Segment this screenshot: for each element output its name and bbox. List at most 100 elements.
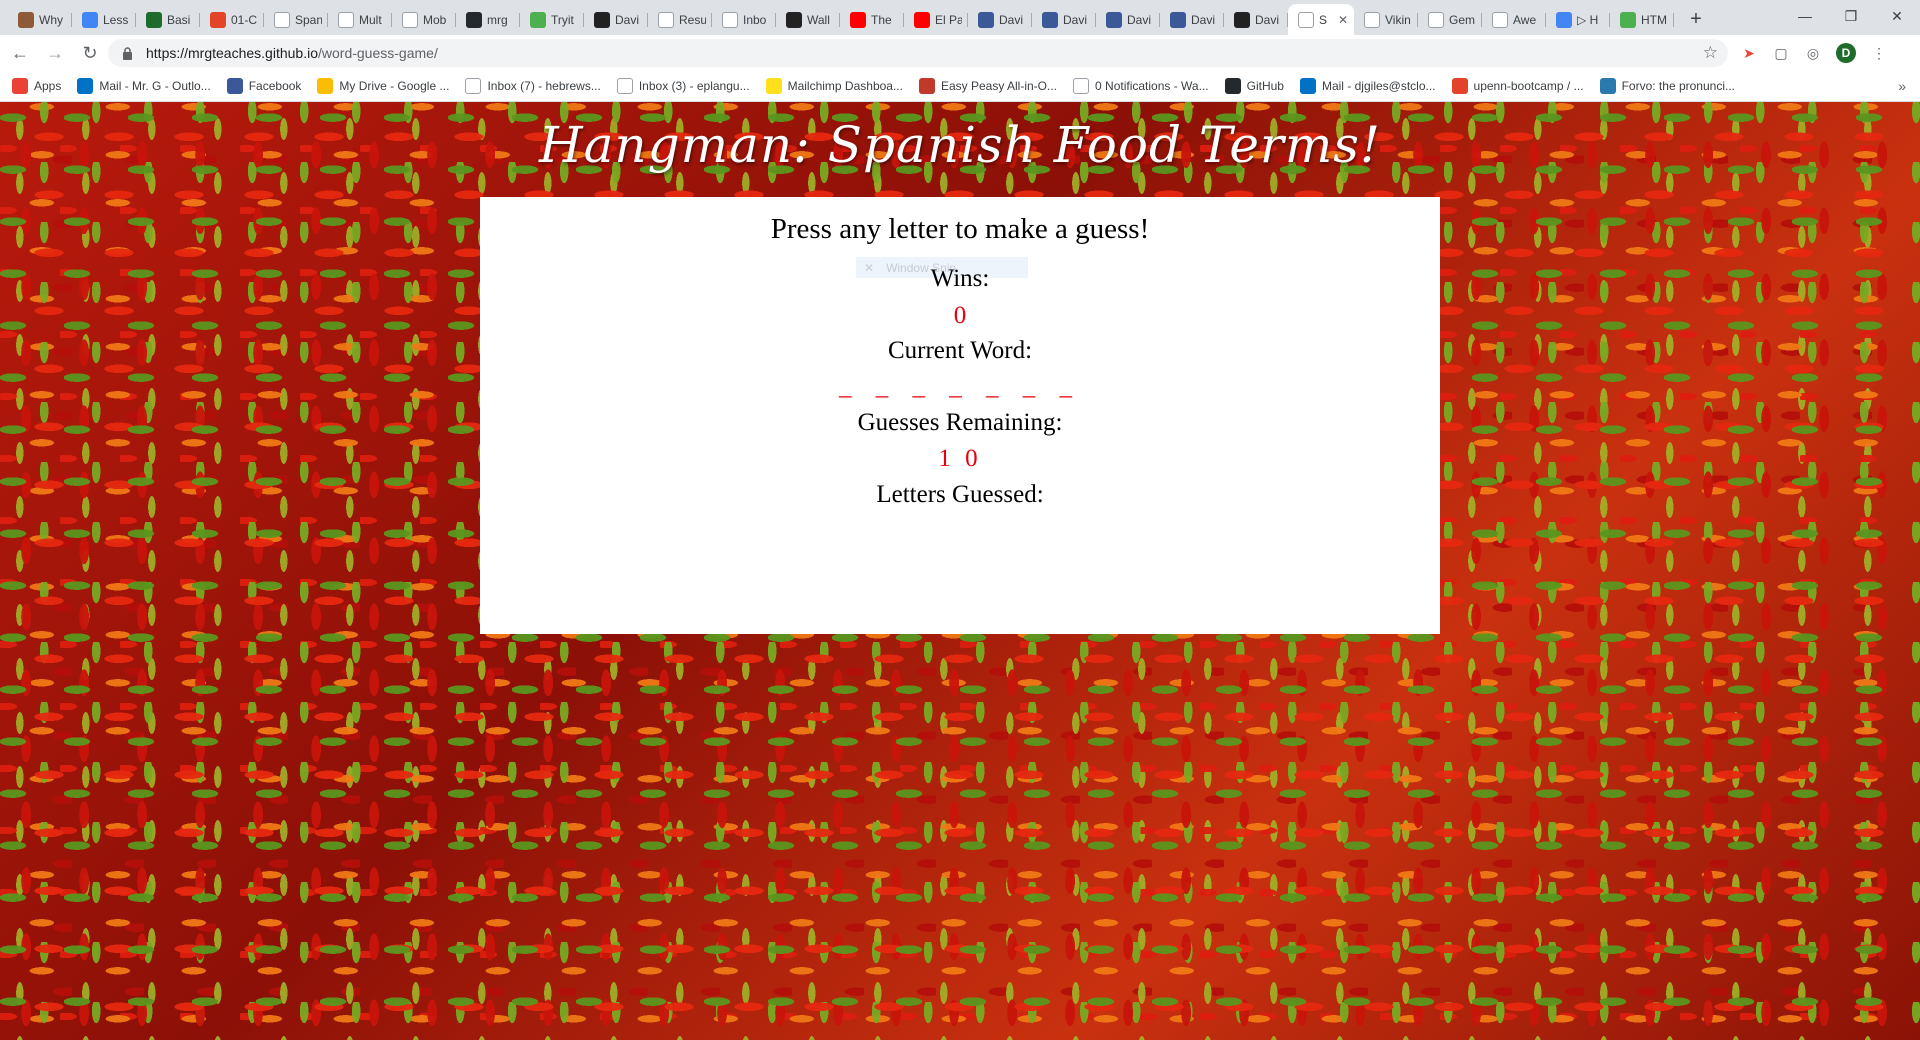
browser-tab[interactable]: Less [72, 4, 136, 35]
browser-tab[interactable]: Davi [584, 4, 648, 35]
browser-tab[interactable]: Awe [1482, 4, 1546, 35]
browser-tab[interactable]: Davi [1032, 4, 1096, 35]
bookmark-item[interactable]: Mail - Mr. G - Outlo... [77, 78, 211, 94]
browser-tab[interactable]: 01-C [200, 4, 264, 35]
wins-value: 0 [953, 302, 967, 329]
apps-grid-icon [12, 78, 28, 94]
close-tab-icon[interactable]: ✕ [1338, 13, 1348, 27]
page-icon [1428, 11, 1444, 28]
bookmark-star-icon[interactable]: ☆ [1703, 43, 1718, 63]
gmail-icon [722, 11, 738, 28]
bookmark-label: Mailchimp Dashboa... [787, 79, 903, 93]
tab-title: Tryit [551, 12, 574, 27]
reload-button[interactable]: ↻ [75, 38, 105, 68]
bookmark-label: Inbox (7) - hebrews... [487, 79, 601, 93]
bookmark-item[interactable]: My Drive - Google ... [317, 78, 449, 94]
tab-title: Mult [359, 12, 382, 27]
browser-tab[interactable]: HTM [1610, 4, 1674, 35]
bookmark-label: 0 Notifications - Wa... [1095, 79, 1209, 93]
bookmarks-bar: Apps Mail - Mr. G - Outlo... Facebook My Dr… [0, 71, 1920, 102]
bookmark-item[interactable]: Easy Peasy All-in-O... [918, 78, 1057, 94]
browser-tab[interactable]: Davi [1160, 4, 1224, 35]
bookmark-label: GitHub [1246, 79, 1284, 93]
bookmark-item[interactable]: Mailchimp Dashboa... [765, 78, 903, 94]
extension-circle-icon[interactable]: ◎ [1804, 44, 1822, 62]
browser-tab[interactable]: S ✕ [1288, 4, 1354, 35]
browser-tab[interactable]: Mult [328, 4, 392, 35]
bookmark-item[interactable]: Forvo: the pronunci... [1599, 78, 1735, 94]
browser-tab[interactable]: Wall [776, 4, 840, 35]
gitlab-icon [210, 11, 226, 28]
window-controls: — ❐ ✕ [1782, 0, 1920, 32]
page-icon [1073, 78, 1090, 94]
browser-tab[interactable]: Davi [1224, 4, 1288, 35]
facebook-icon [1170, 11, 1186, 28]
tab-title: mrg [487, 12, 508, 27]
youtube-icon [850, 11, 866, 28]
page-viewport: Hangman: Spanish Food Terms! Press any l… [0, 102, 1920, 1040]
arrow-left-icon: ← [11, 42, 29, 63]
cast-icon [1556, 11, 1572, 28]
tab-title: Davi [1063, 12, 1088, 27]
bookmark-item[interactable]: Facebook [226, 78, 302, 94]
tab-title: Davi [1127, 12, 1152, 27]
browser-tab[interactable]: mrg [456, 4, 520, 35]
page-title: Hangman: Spanish Food Terms! [539, 116, 1381, 174]
browser-tab[interactable]: Davi [1096, 4, 1160, 35]
bookmark-item[interactable]: Inbox (3) - eplangu... [616, 78, 750, 94]
bookmark-item[interactable]: Mail - djgiles@stclo... [1299, 78, 1436, 94]
back-button[interactable]: ← [5, 38, 35, 68]
guesses-remaining-value: 1 0 [938, 445, 982, 472]
cast-extension-icon[interactable]: ➤ [1740, 44, 1758, 62]
profile-avatar[interactable]: D [1836, 43, 1856, 63]
game-panel: Press any letter to make a guess! ✕ Wind… [480, 197, 1440, 634]
bookmark-list: Apps Mail - Mr. G - Outlo... Facebook My Dr… [12, 78, 1751, 94]
bookmark-item[interactable]: GitHub [1224, 78, 1284, 94]
wikipedia-icon [1234, 11, 1250, 28]
browser-tab[interactable]: The [840, 4, 904, 35]
browser-tab[interactable]: Vikin [1354, 4, 1418, 35]
reload-icon: ↻ [82, 42, 98, 63]
bookmark-item[interactable]: Apps [12, 78, 61, 94]
github-icon [1224, 78, 1241, 94]
restore-button[interactable]: ❐ [1828, 0, 1874, 32]
tab-title: El Pa [935, 12, 962, 27]
browser-tab[interactable]: Resu [648, 4, 712, 35]
menu-kebab-icon[interactable]: ⋮ [1870, 44, 1888, 62]
forward-button[interactable]: → [40, 38, 70, 68]
minimize-button[interactable]: — [1782, 0, 1828, 32]
browser-tab[interactable]: Gem [1418, 4, 1482, 35]
outlook-icon [77, 78, 94, 94]
tab-title: Wall [807, 12, 830, 27]
bookmark-item[interactable]: 0 Notifications - Wa... [1073, 78, 1209, 94]
tab-title: Davi [615, 12, 640, 27]
browser-tab[interactable]: El Pa [904, 4, 968, 35]
close-window-button[interactable]: ✕ [1874, 0, 1920, 32]
url-host: https://mrgteaches.github.io [146, 45, 318, 61]
instruction-text: Press any letter to make a guess! [770, 213, 1150, 245]
tab-title: Why [39, 12, 63, 27]
browser-tab[interactable]: Mob [392, 4, 456, 35]
url-path: /word-guess-game/ [318, 45, 438, 61]
bookmark-item[interactable]: upenn-bootcamp / ... [1451, 78, 1584, 94]
bookmark-label: Facebook [248, 79, 302, 93]
browser-tab[interactable]: Davi [968, 4, 1032, 35]
gmail-icon [465, 78, 482, 94]
browser-tab[interactable]: Inbo [712, 4, 776, 35]
browser-tab[interactable]: Basi [136, 4, 200, 35]
browser-tab[interactable]: Span [264, 4, 328, 35]
tab-title: Awe [1513, 12, 1537, 27]
tab-title: Span [295, 12, 322, 27]
bookmark-label: Forvo: the pronunci... [1621, 79, 1735, 93]
tab-title: Mob [423, 12, 447, 27]
bookmark-item[interactable]: Inbox (7) - hebrews... [465, 78, 601, 94]
new-tab-button[interactable]: + [1682, 5, 1710, 33]
browser-tab[interactable]: Why [8, 4, 72, 35]
bookmarks-overflow-button[interactable]: » [1898, 78, 1906, 94]
tab-title: Gem [1449, 12, 1476, 27]
browser-tab[interactable]: Tryit [520, 4, 584, 35]
page-icon [658, 11, 674, 28]
screenshot-extension-icon[interactable]: ▢ [1772, 44, 1790, 62]
browser-tab[interactable]: ▷ H [1546, 4, 1610, 35]
address-bar[interactable]: https://mrgteaches.github.io/word-guess-… [108, 39, 1728, 67]
